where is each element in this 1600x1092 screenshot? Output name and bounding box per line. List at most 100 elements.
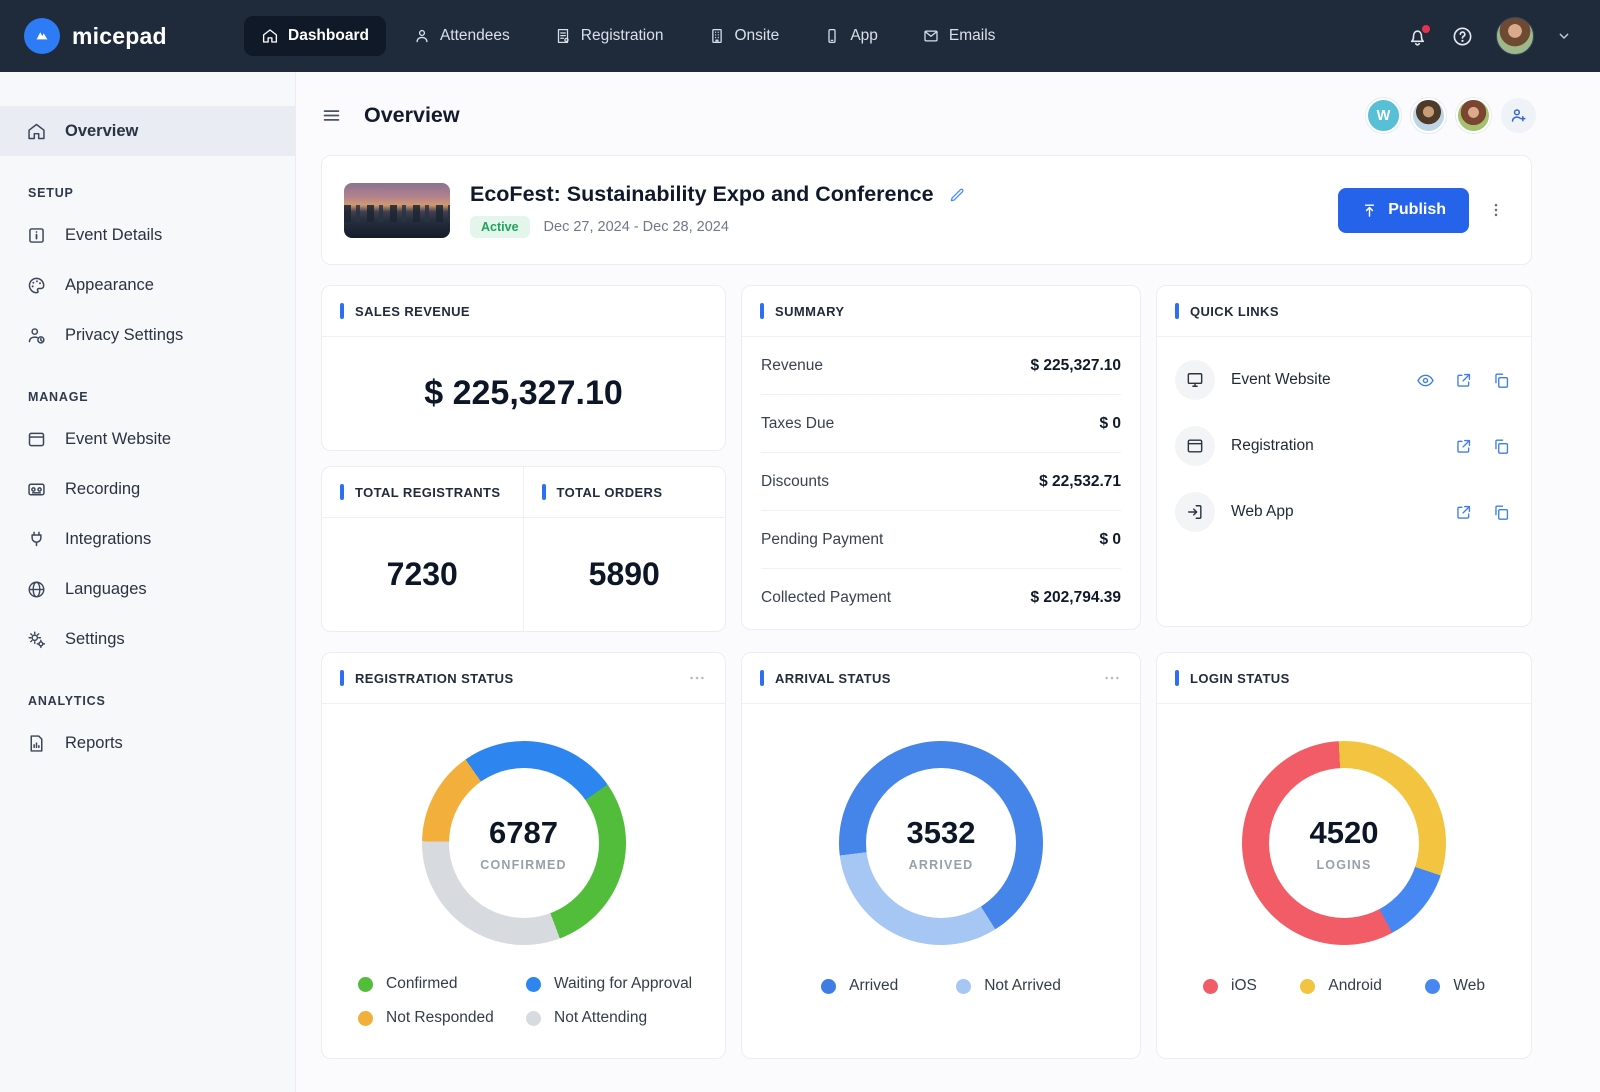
sidebar-item-event-details[interactable]: Event Details [0,210,295,260]
external-link-icon[interactable] [1454,371,1473,390]
envelope-icon [922,27,940,45]
legend-item: Web [1425,977,1485,995]
add-collaborator-button[interactable] [1501,98,1536,133]
legend-dot [526,977,541,992]
nav-emails[interactable]: Emails [905,16,1013,56]
help-icon[interactable] [1451,25,1474,48]
window-icon [1175,426,1215,466]
sidebar-heading-setup: SETUP [28,186,295,200]
quick-link-registration: Registration [1157,413,1531,479]
sidebar-item-appearance[interactable]: Appearance [0,260,295,310]
registration-doc-icon [554,27,572,45]
person-icon [413,27,431,45]
report-icon [26,733,47,754]
sales-revenue-value: $ 225,327.10 [322,337,725,450]
legend-dot [526,1011,541,1026]
external-link-icon[interactable] [1454,437,1473,456]
nav-app[interactable]: App [806,16,895,56]
legend-item: Waiting for Approval [526,975,725,993]
quick-link-event-website: Event Website [1157,347,1531,413]
notifications-bell-icon[interactable] [1406,25,1429,48]
legend-dot [358,977,373,992]
totals-card: TOTAL REGISTRANTS 7230 TOTAL ORDERS 5890 [321,466,726,632]
donut-center-label: CONFIRMED [480,858,567,872]
donut-center-value: 6787 [489,815,558,851]
nav-onsite[interactable]: Onsite [691,16,797,56]
legend-dot [821,979,836,994]
sidebar-item-reports[interactable]: Reports [0,718,295,768]
card-menu-icon[interactable] [687,668,707,688]
event-thumbnail [344,183,450,238]
total-orders-value: 5890 [524,518,726,631]
sidebar-item-event-website[interactable]: Event Website [0,414,295,464]
donut-center-value: 3532 [907,815,976,851]
summary-row: Taxes Due $ 0 [761,395,1121,453]
main-content: Overview W EcoFest: Sustainability Expo … [296,72,1600,1092]
sidebar-item-integrations[interactable]: Integrations [0,514,295,564]
sidebar-item-recording[interactable]: Recording [0,464,295,514]
nav-attendees[interactable]: Attendees [396,16,527,56]
globe-icon [26,579,47,600]
kebab-menu-icon[interactable] [1487,201,1505,219]
nav-dashboard[interactable]: Dashboard [244,16,386,56]
home-icon [26,121,47,142]
building-icon [708,27,726,45]
login-status-donut: 4520 LOGINS [1242,741,1446,945]
upload-icon [1361,202,1378,219]
arrival-status-donut: 3532 ARRIVED [839,741,1043,945]
person-plus-icon [1509,106,1528,125]
nav-registration[interactable]: Registration [537,16,681,56]
collaborator-avatar[interactable] [1456,98,1491,133]
accent-bar [1175,670,1179,686]
donut-center-value: 4520 [1310,815,1379,851]
card-menu-icon[interactable] [1102,668,1122,688]
accent-bar [760,670,764,686]
legend-item: Arrived [821,977,898,995]
copy-icon[interactable] [1492,371,1511,390]
summary-card: SUMMARY Revenue $ 225,327.10 Taxes Due $… [741,285,1141,630]
monitor-icon [1175,360,1215,400]
registration-status-card: REGISTRATION STATUS 6787 CONFIRMED [321,652,726,1059]
sidebar-item-overview[interactable]: Overview [0,106,295,156]
accent-bar [340,484,344,500]
publish-button[interactable]: Publish [1338,188,1469,233]
event-card: EcoFest: Sustainability Expo and Confere… [321,155,1532,265]
summary-row: Discounts $ 22,532.71 [761,453,1121,511]
brand[interactable]: micepad [24,18,244,54]
legend-item: Confirmed [358,975,526,993]
quick-link-web-app: Web App [1157,479,1531,545]
browser-window-icon [26,429,47,450]
summary-row: Collected Payment $ 202,794.39 [761,569,1121,627]
copy-icon[interactable] [1492,437,1511,456]
collaborator-avatar[interactable] [1411,98,1446,133]
palette-icon [26,275,47,296]
sidebar-item-settings[interactable]: Settings [0,614,295,664]
sidebar-item-languages[interactable]: Languages [0,564,295,614]
legend-item: iOS [1203,977,1257,995]
top-navbar: micepad Dashboard Attendees Registration… [0,0,1600,72]
summary-row: Revenue $ 225,327.10 [761,337,1121,395]
sidebar-item-privacy-settings[interactable]: Privacy Settings [0,310,295,360]
legend-item: Not Attending [526,1009,725,1027]
sidebar: Overview SETUP Event Details Appearance … [0,72,296,1092]
external-link-icon[interactable] [1454,503,1473,522]
total-registrants-value: 7230 [322,518,523,631]
user-avatar[interactable] [1496,17,1534,55]
sidebar-heading-analytics: ANALYTICS [28,694,295,708]
accent-bar [340,670,344,686]
preview-eye-icon[interactable] [1416,371,1435,390]
copy-icon[interactable] [1492,503,1511,522]
sidebar-heading-manage: MANAGE [28,390,295,404]
gears-icon [26,629,47,650]
accent-bar [340,303,344,319]
brand-name: micepad [72,23,167,50]
notification-dot [1422,25,1430,33]
donut-center-label: ARRIVED [909,858,974,872]
quick-links-card: QUICK LINKS Event Website [1156,285,1532,627]
legend-item: Not Responded [358,1009,526,1027]
collapse-sidebar-icon[interactable] [321,105,342,126]
chevron-down-icon[interactable] [1556,28,1572,44]
card-title: LOGIN STATUS [1190,671,1290,686]
collaborator-avatar-w[interactable]: W [1366,98,1401,133]
edit-pencil-icon[interactable] [948,186,966,204]
